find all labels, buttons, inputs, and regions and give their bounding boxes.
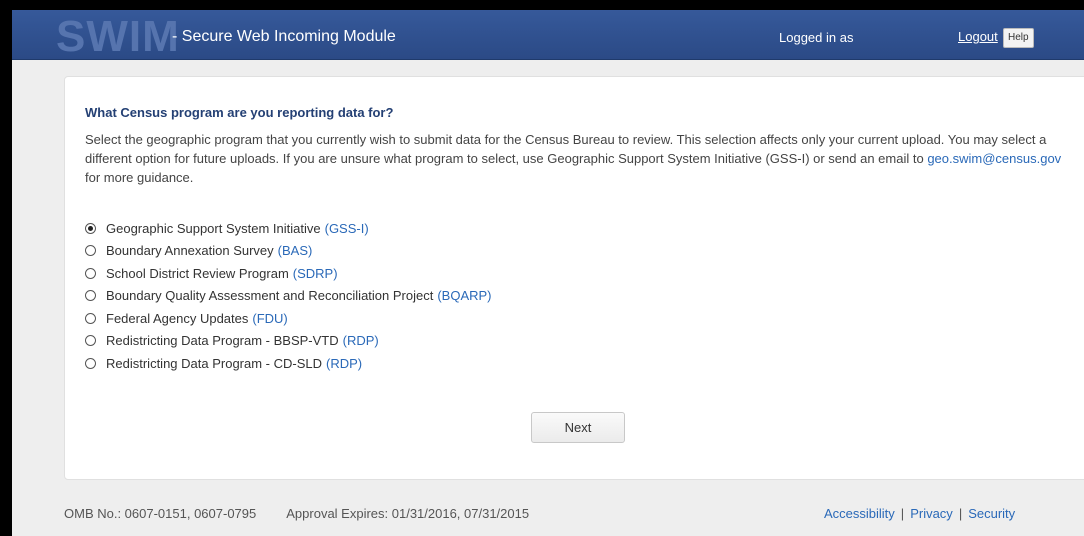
option-abbr: (RDP) [342,333,379,349]
logged-in-label: Logged in as [779,30,854,45]
omb-number: OMB No.: 0607-0151, 0607-0795 [64,506,257,521]
option-sdrp[interactable]: School District Review Program (SDRP) [85,262,492,285]
footer-separator: | [900,506,905,521]
next-button[interactable]: Next [531,412,625,443]
option-gss-i[interactable]: Geographic Support System Initiative (GS… [85,217,492,240]
instructions-text: Select the geographic program that you c… [85,130,1075,187]
option-fdu[interactable]: Federal Agency Updates (FDU) [85,307,492,330]
instructions-part-1: Select the geographic program that you c… [85,132,1047,166]
footer-info: OMB No.: 0607-0151, 0607-0795 Approval Ex… [64,506,529,521]
header-bar: SWIM - Secure Web Incoming Module Logged… [12,10,1084,60]
swim-logo: SWIM [56,12,180,61]
radio-button[interactable] [85,290,96,302]
logout-link[interactable]: Logout [958,29,998,44]
option-abbr: (GSS-I) [324,220,369,236]
option-label: Redistricting Data Program - BBSP-VTD [106,333,339,349]
option-label: School District Review Program [106,265,289,281]
instructions-part-2: for more guidance. [85,170,194,185]
page-question: What Census program are you reporting da… [85,105,394,120]
footer-links: Accessibility | Privacy | Security [824,506,1015,521]
app-window: SWIM - Secure Web Incoming Module Logged… [12,10,1084,536]
radio-button[interactable] [85,267,96,279]
help-button[interactable]: Help [1003,28,1034,48]
privacy-link[interactable]: Privacy [910,506,953,521]
app-subtitle: - Secure Web Incoming Module [172,28,396,45]
option-abbr: (RDP) [326,355,363,371]
option-abbr: (BQARP) [437,288,492,304]
footer-separator: | [958,506,963,521]
option-abbr: (FDU) [252,310,288,326]
option-label: Federal Agency Updates [106,310,249,326]
radio-button-checked[interactable] [85,222,96,234]
program-options: Geographic Support System Initiative (GS… [85,217,492,375]
option-bqarp[interactable]: Boundary Quality Assessment and Reconcil… [85,285,492,308]
radio-button[interactable] [85,245,96,257]
option-bas[interactable]: Boundary Annexation Survey (BAS) [85,240,492,263]
approval-expires: Approval Expires: 01/31/2016, 07/31/2015 [286,506,530,521]
option-label: Redistricting Data Program - CD-SLD [106,355,323,371]
program-selection-panel: What Census program are you reporting da… [64,76,1084,480]
radio-button[interactable] [85,357,96,369]
option-rdp-bbsp-vtd[interactable]: Redistricting Data Program - BBSP-VTD (R… [85,330,492,353]
option-label: Geographic Support System Initiative [106,220,321,236]
email-link[interactable]: geo.swim@census.gov [927,151,1061,166]
accessibility-link[interactable]: Accessibility [824,506,895,521]
security-link[interactable]: Security [968,506,1015,521]
option-rdp-cd-sld[interactable]: Redistricting Data Program - CD-SLD (RDP… [85,352,492,375]
radio-button[interactable] [85,312,96,324]
option-label: Boundary Annexation Survey [106,243,274,259]
radio-button[interactable] [85,335,96,347]
option-abbr: (BAS) [277,243,313,259]
option-label: Boundary Quality Assessment and Reconcil… [106,288,434,304]
option-abbr: (SDRP) [292,265,338,281]
